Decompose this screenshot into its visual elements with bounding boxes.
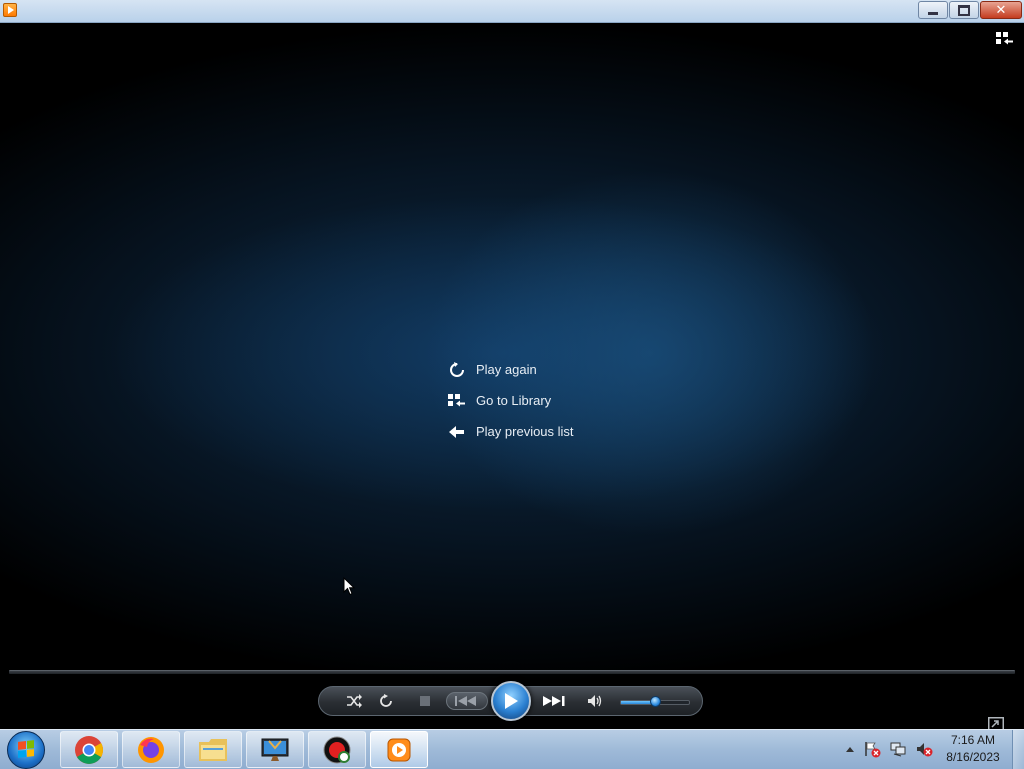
play-again-label: Play again xyxy=(476,362,537,377)
media-player-icon xyxy=(387,738,411,761)
firefox-icon xyxy=(138,736,164,763)
previous-button[interactable] xyxy=(446,692,488,710)
taskbar-firefox[interactable] xyxy=(122,731,180,768)
start-button[interactable] xyxy=(7,731,45,769)
play-previous-list-label: Play previous list xyxy=(476,424,574,439)
end-of-playlist-menu: Play again Go to Library Play previous l… xyxy=(448,354,574,447)
library-icon xyxy=(448,392,466,410)
replay-icon xyxy=(448,361,466,379)
show-desktop-button[interactable] xyxy=(1012,730,1024,769)
clock-time: 7:16 AM xyxy=(950,733,996,747)
stop-icon xyxy=(420,696,430,706)
play-button[interactable] xyxy=(491,681,531,721)
speaker-icon xyxy=(588,695,602,707)
repeat-button[interactable] xyxy=(375,687,397,715)
system-tray xyxy=(845,740,933,758)
stop-button[interactable] xyxy=(415,687,435,715)
window-controls: ✕ xyxy=(918,1,1022,19)
play-again-option[interactable]: Play again xyxy=(448,354,574,385)
playback-controls xyxy=(318,681,703,721)
windows-logo-icon xyxy=(18,740,34,758)
shuffle-icon xyxy=(347,694,362,708)
clock[interactable]: 7:16 AM 8/16/2023 xyxy=(942,732,1004,766)
shuffle-button[interactable] xyxy=(343,687,365,715)
taskbar-chrome[interactable] xyxy=(60,731,118,768)
volume-slider[interactable] xyxy=(620,696,690,707)
mute-button[interactable] xyxy=(585,687,605,715)
mouse-cursor-icon xyxy=(343,577,355,596)
next-button[interactable] xyxy=(539,687,569,715)
tv-icon xyxy=(261,738,289,761)
taskbar: 7:16 AM 8/16/2023 xyxy=(0,729,1024,769)
back-arrow-icon xyxy=(448,423,466,441)
go-to-library-option[interactable]: Go to Library xyxy=(448,385,574,416)
taskbar-media-player[interactable] xyxy=(370,731,428,768)
volume-thumb[interactable] xyxy=(650,696,661,707)
minimize-button[interactable] xyxy=(918,1,948,19)
seek-bar[interactable] xyxy=(9,670,1015,674)
play-icon xyxy=(505,693,518,709)
repeat-icon xyxy=(380,694,392,707)
action-center-flag-icon[interactable] xyxy=(863,740,881,758)
next-icon xyxy=(543,696,565,706)
minimize-icon xyxy=(928,11,938,15)
network-icon[interactable] xyxy=(889,740,907,758)
close-button[interactable]: ✕ xyxy=(980,1,1022,19)
taskbar-tv-app[interactable] xyxy=(246,731,304,768)
taskbar-record-app[interactable] xyxy=(308,731,366,768)
media-player-app-icon[interactable] xyxy=(3,3,17,17)
close-icon: ✕ xyxy=(995,2,1007,18)
play-previous-list-option[interactable]: Play previous list xyxy=(448,416,574,447)
folder-icon xyxy=(199,738,227,761)
volume-muted-icon[interactable] xyxy=(915,740,933,758)
go-to-library-label: Go to Library xyxy=(476,393,552,408)
now-playing-area: Play again Go to Library Play previous l… xyxy=(0,23,1024,731)
switch-to-library-icon[interactable] xyxy=(996,32,1014,46)
previous-icon xyxy=(455,696,476,706)
restore-button[interactable] xyxy=(949,1,979,19)
title-bar: ✕ xyxy=(0,0,1024,23)
clock-date: 8/16/2023 xyxy=(946,750,1000,764)
chrome-icon xyxy=(75,735,103,764)
taskbar-file-explorer[interactable] xyxy=(184,731,242,768)
record-icon xyxy=(323,736,351,763)
show-hidden-icons[interactable] xyxy=(845,745,855,753)
restore-icon xyxy=(958,4,970,16)
